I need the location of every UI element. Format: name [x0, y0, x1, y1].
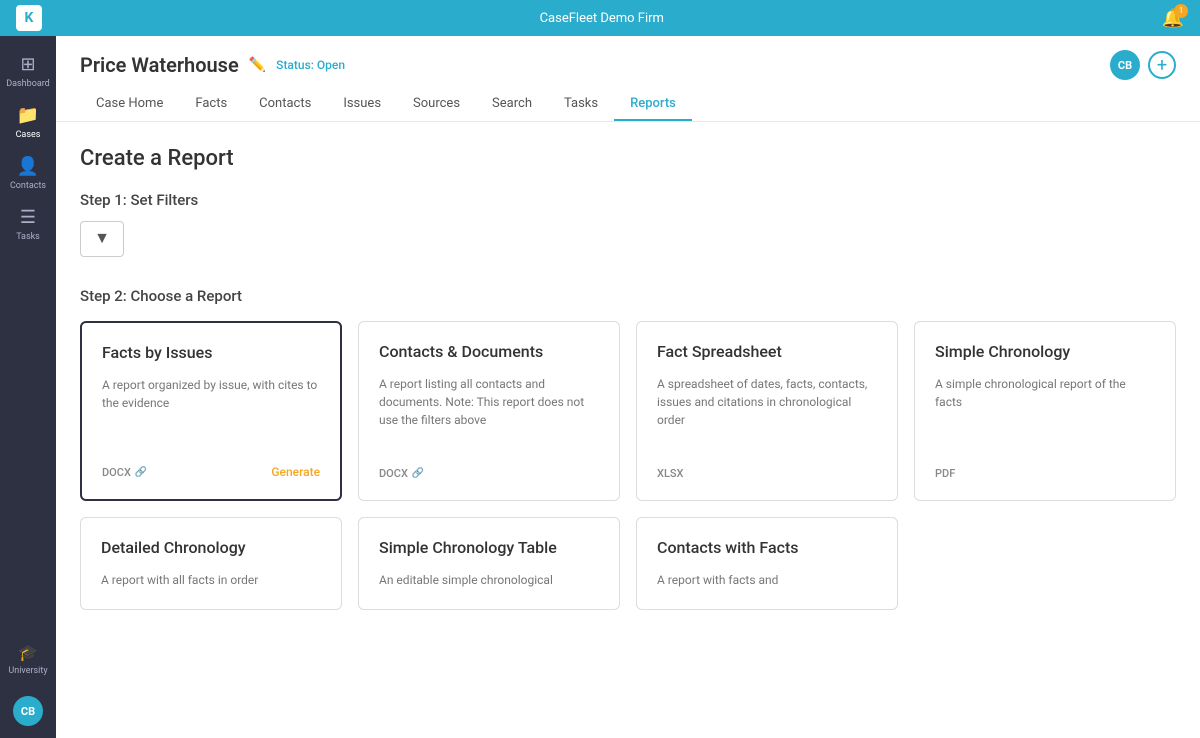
report-card-simple-chronology[interactable]: Simple Chronology A simple chronological… [914, 321, 1176, 501]
case-avatar[interactable]: CB [1110, 50, 1140, 80]
card-footer: DOCX 🔗 Generate [102, 465, 320, 479]
sidebar-item-cases[interactable]: 📁 Cases [0, 97, 56, 148]
filter-icon: ▼ [94, 230, 110, 248]
firm-name: CaseFleet Demo Firm [540, 11, 664, 26]
report-cards-row2: Detailed Chronology A report with all fa… [80, 517, 1176, 610]
sidebar-item-dashboard[interactable]: ⊞ Dashboard [0, 46, 56, 97]
step1-label: Step 1: Set Filters [80, 191, 1176, 209]
notification-icon[interactable]: 🔔 1 [1162, 8, 1184, 29]
tab-issues[interactable]: Issues [327, 88, 397, 121]
card-title: Simple Chronology [935, 342, 1155, 363]
card-description: A report with facts and [657, 571, 877, 589]
case-status: Status: Open [276, 58, 345, 72]
card-description: A report listing all contacts and docume… [379, 375, 599, 451]
report-format: DOCX 🔗 [379, 467, 424, 480]
report-card-detailed-chronology[interactable]: Detailed Chronology A report with all fa… [80, 517, 342, 610]
report-format: XLSX [657, 467, 684, 480]
sidebar-label-contacts: Contacts [10, 181, 46, 191]
case-title-left: Price Waterhouse ✏️ Status: Open [80, 53, 345, 77]
sidebar-item-tasks[interactable]: ☰ Tasks [0, 199, 56, 250]
tab-search[interactable]: Search [476, 88, 548, 121]
tab-contacts[interactable]: Contacts [243, 88, 327, 121]
tab-sources[interactable]: Sources [397, 88, 476, 121]
card-description: A simple chronological report of the fac… [935, 375, 1155, 451]
sidebar-bottom: 🎓 University CB [4, 635, 51, 738]
card-description: An editable simple chronological [379, 571, 599, 589]
card-description: A spreadsheet of dates, facts, contacts,… [657, 375, 877, 451]
sidebar-avatar[interactable]: CB [13, 696, 43, 726]
report-card-contacts-documents[interactable]: Contacts & Documents A report listing al… [358, 321, 620, 501]
topbar: K CaseFleet Demo Firm 🔔 1 [0, 0, 1200, 36]
tasks-icon: ☰ [20, 207, 36, 228]
card-description: A report with all facts in order [101, 571, 321, 589]
notification-badge: 1 [1174, 4, 1188, 18]
dashboard-icon: ⊞ [20, 54, 35, 75]
topbar-left: K [16, 5, 42, 31]
sidebar-label-dashboard: Dashboard [6, 79, 50, 89]
case-header: Price Waterhouse ✏️ Status: Open CB + Ca… [56, 36, 1200, 122]
empty-cell [914, 517, 1176, 610]
app-logo[interactable]: K [16, 5, 42, 31]
tab-facts[interactable]: Facts [179, 88, 243, 121]
card-title: Fact Spreadsheet [657, 342, 877, 363]
generate-link[interactable]: Generate [271, 465, 320, 479]
card-footer: PDF [935, 467, 1155, 480]
tab-tasks[interactable]: Tasks [548, 88, 614, 121]
nav-tabs: Case Home Facts Contacts Issues Sources … [80, 88, 1176, 121]
card-footer: XLSX [657, 467, 877, 480]
report-card-contacts-with-facts[interactable]: Contacts with Facts A report with facts … [636, 517, 898, 610]
link-icon: 🔗 [135, 467, 147, 478]
tab-case-home[interactable]: Case Home [80, 88, 179, 121]
report-card-facts-by-issues[interactable]: Facts by Issues A report organized by is… [80, 321, 342, 501]
case-title-right: CB + [1110, 50, 1176, 80]
report-format: DOCX 🔗 [102, 466, 147, 479]
case-name: Price Waterhouse [80, 53, 239, 77]
report-card-simple-chronology-table[interactable]: Simple Chronology Table An editable simp… [358, 517, 620, 610]
case-title-row: Price Waterhouse ✏️ Status: Open CB + [80, 50, 1176, 80]
page-title: Create a Report [80, 146, 1176, 171]
step2-label: Step 2: Choose a Report [80, 287, 1176, 305]
report-card-fact-spreadsheet[interactable]: Fact Spreadsheet A spreadsheet of dates,… [636, 321, 898, 501]
link-icon: 🔗 [412, 468, 424, 479]
filter-button[interactable]: ▼ [80, 221, 124, 257]
sidebar-label-cases: Cases [16, 130, 41, 140]
page-content: Create a Report Step 1: Set Filters ▼ St… [56, 122, 1200, 634]
main-content: Price Waterhouse ✏️ Status: Open CB + Ca… [56, 36, 1200, 738]
tab-reports[interactable]: Reports [614, 88, 692, 121]
card-footer: DOCX 🔗 [379, 467, 599, 480]
topbar-right: 🔔 1 [1162, 8, 1184, 29]
sidebar-item-contacts[interactable]: 👤 Contacts [0, 148, 56, 199]
sidebar: ⊞ Dashboard 📁 Cases 👤 Contacts ☰ Tasks 🎓… [0, 36, 56, 738]
card-title: Contacts with Facts [657, 538, 877, 559]
contacts-icon: 👤 [17, 156, 39, 177]
sidebar-item-university[interactable]: 🎓 University [4, 635, 51, 684]
card-description: A report organized by issue, with cites … [102, 376, 320, 449]
card-title: Facts by Issues [102, 343, 320, 364]
cases-icon: 📁 [17, 105, 39, 126]
report-cards-row1: Facts by Issues A report organized by is… [80, 321, 1176, 501]
university-icon: 🎓 [18, 643, 38, 662]
sidebar-label-tasks: Tasks [16, 232, 40, 242]
card-title: Detailed Chronology [101, 538, 321, 559]
case-add-button[interactable]: + [1148, 51, 1176, 79]
sidebar-label-university: University [8, 666, 47, 676]
report-format: PDF [935, 467, 955, 480]
card-title: Simple Chronology Table [379, 538, 599, 559]
card-title: Contacts & Documents [379, 342, 599, 363]
edit-icon[interactable]: ✏️ [249, 57, 266, 73]
